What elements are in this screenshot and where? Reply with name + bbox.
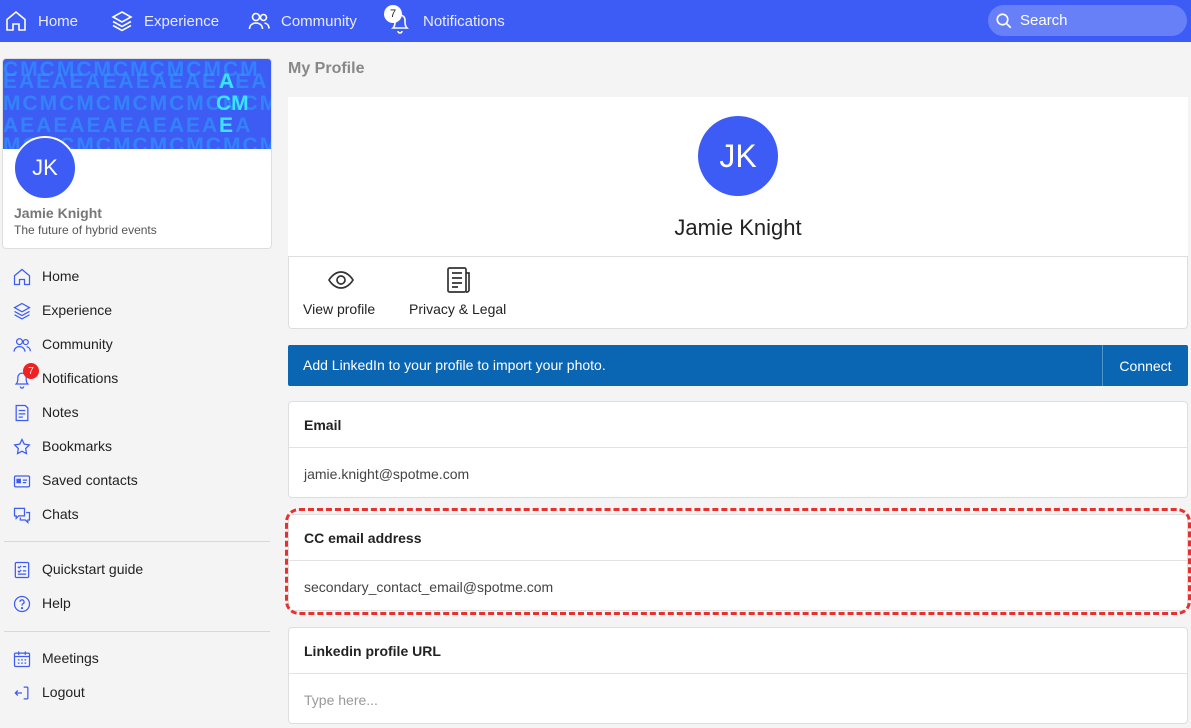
nav-experience-label: Experience	[144, 12, 220, 30]
connect-linkedin-button[interactable]: Connect	[1102, 345, 1188, 386]
people-icon	[248, 12, 270, 30]
nav-home-label: Home	[38, 12, 79, 30]
linkedin-url-input[interactable]	[289, 675, 1187, 725]
linkedin-message: Add LinkedIn to your profile to import y…	[303, 357, 606, 373]
contact-card-icon	[13, 475, 31, 488]
field-header: CC email address	[289, 515, 1187, 561]
cc-email-label: CC email address	[304, 530, 422, 546]
linkedin-url-field-card: Linkedin profile URL	[288, 627, 1188, 725]
sidebar-item-quickstart-guide[interactable]: Quickstart guide	[4, 553, 270, 585]
star-icon	[13, 438, 31, 455]
sidebar-item-experience[interactable]: Experience	[4, 294, 270, 326]
sidebar-item-meetings[interactable]: Meetings	[4, 642, 270, 674]
sidebar-item-label: Home	[42, 268, 80, 284]
home-icon	[13, 268, 31, 286]
sidebar-item-label: Experience	[42, 302, 113, 318]
sidebar-item-label: Help	[42, 595, 71, 611]
sidebar-item-label: Quickstart guide	[42, 561, 144, 577]
banner-highlight: E	[219, 114, 234, 137]
sidebar-divider	[4, 541, 270, 542]
linkedin-banner: Add LinkedIn to your profile to import y…	[288, 345, 1188, 386]
email-field-card: Email jamie.knight@spotme.com	[288, 401, 1188, 498]
top-navigation-bar: Home Experience Community 7 Notification…	[0, 0, 1191, 42]
home-icon	[6, 10, 26, 31]
help-icon	[13, 595, 31, 613]
banner-highlight: CM	[216, 92, 249, 115]
sidebar-item-logout[interactable]: Logout	[4, 676, 270, 708]
profile-name: Jamie Knight	[14, 205, 102, 221]
view-profile-label: View profile	[303, 301, 376, 317]
notes-icon	[15, 404, 29, 422]
document-icon	[447, 267, 470, 293]
linkedin-url-label: Linkedin profile URL	[304, 643, 441, 659]
sidebar-item-label: Chats	[42, 506, 79, 522]
email-value[interactable]: jamie.knight@spotme.com	[304, 466, 469, 482]
layers-icon	[111, 11, 133, 32]
search-icon	[996, 12, 1012, 28]
view-profile-button[interactable]: View profile	[289, 257, 393, 329]
sidebar-item-community[interactable]: Community	[4, 328, 270, 360]
sidebar-item-label: Notifications	[42, 370, 119, 386]
eye-icon	[328, 271, 354, 289]
sidebar-item-chats[interactable]: Chats	[4, 498, 270, 530]
sidebar-item-help[interactable]: Help	[4, 587, 270, 619]
email-label: Email	[304, 417, 342, 433]
profile-tagline: The future of hybrid events	[14, 223, 157, 237]
sidebar-item-label: Community	[42, 336, 113, 352]
profile-card[interactable]: CMCMCMCMCMCMCM EAEAEAEAEAEAEAEA MCMCMCMC…	[2, 58, 272, 249]
nav-community[interactable]: Community	[247, 0, 357, 42]
sidebar-item-saved-contacts[interactable]: Saved contacts	[4, 464, 270, 496]
people-icon	[13, 338, 31, 352]
privacy-legal-label: Privacy & Legal	[409, 301, 507, 317]
notifications-count-badge: 7	[384, 5, 402, 23]
sidebar-item-label: Saved contacts	[42, 472, 138, 488]
profile-actions: View profile Privacy & Legal	[288, 256, 1188, 329]
cc-email-field-card: CC email address secondary_contact_email…	[288, 514, 1188, 611]
nav-experience[interactable]: Experience	[110, 0, 219, 42]
field-header: Linkedin profile URL	[289, 628, 1187, 674]
cc-email-value[interactable]: secondary_contact_email@spotme.com	[304, 579, 553, 595]
sidebar-item-label: Meetings	[42, 650, 99, 666]
logout-icon	[14, 686, 29, 700]
profile-header: JK Jamie Knight	[288, 97, 1188, 257]
sidebar-item-bookmarks[interactable]: Bookmarks	[4, 430, 270, 462]
nav-notifications-label: Notifications	[423, 12, 505, 30]
avatar[interactable]: JK	[698, 116, 778, 196]
banner-highlight: A	[219, 70, 235, 93]
sidebar-item-label: Bookmarks	[42, 438, 113, 454]
sidebar-item-notes[interactable]: Notes	[4, 396, 270, 428]
checklist-icon	[14, 561, 30, 579]
nav-community-label: Community	[281, 12, 357, 30]
nav-home[interactable]: Home	[4, 0, 78, 42]
sidebar-divider	[4, 631, 270, 632]
notifications-badge: 7	[23, 363, 39, 379]
profile-name: Jamie Knight	[674, 215, 802, 240]
field-header: Email	[289, 402, 1187, 448]
privacy-legal-button[interactable]: Privacy & Legal	[399, 257, 519, 329]
sidebar-item-notifications[interactable]: 7 Notifications	[4, 362, 270, 394]
chat-icon	[13, 507, 31, 525]
sidebar-item-label: Notes	[42, 404, 79, 420]
layers-icon	[13, 302, 31, 320]
page-title: My Profile	[288, 60, 365, 77]
calendar-icon	[13, 651, 31, 668]
search-placeholder: Search	[1020, 12, 1068, 29]
avatar[interactable]: JK	[13, 136, 77, 200]
nav-notifications[interactable]: 7 Notifications	[382, 0, 505, 42]
sidebar-item-label: Logout	[42, 684, 85, 700]
search-box[interactable]: Search	[988, 5, 1187, 36]
sidebar-item-home[interactable]: Home	[4, 260, 270, 292]
